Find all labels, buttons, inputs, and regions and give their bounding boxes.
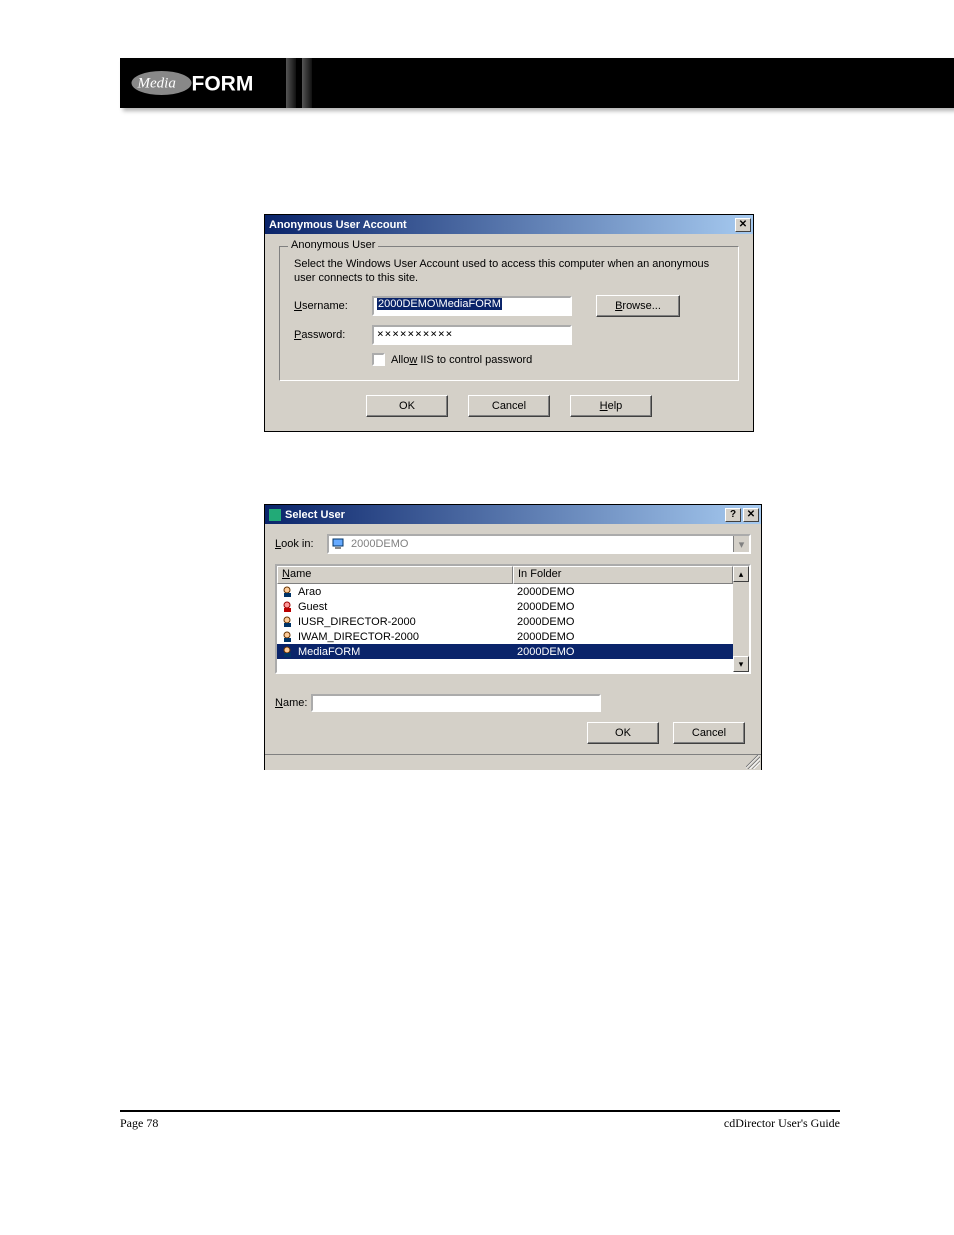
select-user-dialog: Select User ? ✕ Look in: 2000DEMO ▾ Name… xyxy=(264,504,762,770)
allow-iis-label: Allow IIS to control password xyxy=(391,354,532,366)
list-item[interactable]: IUSR_DIRECTOR-2000 2000DEMO xyxy=(277,614,733,629)
list-item-name: IWAM_DIRECTOR-2000 xyxy=(298,631,419,643)
col-header-folder[interactable]: In Folder xyxy=(513,566,733,584)
close-icon[interactable]: ✕ xyxy=(735,218,751,232)
header-divider-2 xyxy=(302,58,312,108)
user-icon xyxy=(281,616,295,628)
page-footer: Page 78 cdDirector User's Guide xyxy=(120,1110,840,1131)
dlg2-title: Select User xyxy=(285,509,723,521)
list-item[interactable]: Guest 2000DEMO xyxy=(277,599,733,614)
close-icon[interactable]: ✕ xyxy=(743,508,759,522)
username-input[interactable]: 2000DEMO\MediaFORM xyxy=(372,296,572,316)
dlg2-statusbar xyxy=(265,754,761,770)
name-input[interactable] xyxy=(311,694,601,712)
user-listview[interactable]: Name In Folder Arao 2000DEMO Guest 2000DEMO… xyxy=(275,564,751,674)
user-icon xyxy=(281,586,295,598)
list-item[interactable]: IWAM_DIRECTOR-2000 2000DEMO xyxy=(277,629,733,644)
allow-iis-checkbox[interactable] xyxy=(372,353,385,366)
list-item-folder: 2000DEMO xyxy=(513,601,733,613)
browse-button[interactable]: Browse... xyxy=(596,295,680,317)
groupbox-description: Select the Windows User Account used to … xyxy=(294,257,724,285)
footer-page: Page 78 xyxy=(120,1116,158,1131)
list-item-folder: 2000DEMO xyxy=(513,646,733,658)
anonymous-user-groupbox: Anonymous User Select the Windows User A… xyxy=(279,246,739,381)
groupbox-legend: Anonymous User xyxy=(288,239,378,251)
list-item[interactable]: MediaFORM 2000DEMO xyxy=(277,644,733,659)
col-header-name[interactable]: Name xyxy=(277,566,513,584)
lookin-label: Look in: xyxy=(275,538,327,550)
header-divider-1 xyxy=(286,58,296,108)
password-label: Password: xyxy=(294,329,372,341)
select-user-icon xyxy=(269,509,281,521)
ok-button[interactable]: OK xyxy=(366,395,448,417)
page-header-bar: Media FORM xyxy=(120,58,954,108)
footer-doc-title: cdDirector User's Guide xyxy=(724,1116,840,1131)
user-icon xyxy=(281,631,295,643)
list-item-name: MediaFORM xyxy=(298,646,360,658)
chevron-down-icon[interactable]: ▾ xyxy=(733,536,749,552)
guest-user-icon xyxy=(281,601,295,613)
lookin-combo[interactable]: 2000DEMO ▾ xyxy=(327,534,751,554)
allow-iis-checkbox-row[interactable]: Allow IIS to control password xyxy=(372,353,724,366)
lookin-value: 2000DEMO xyxy=(351,538,408,550)
name-label: Name: xyxy=(275,697,307,709)
dlg2-titlebar[interactable]: Select User ? ✕ xyxy=(265,505,761,524)
mediaform-logo: Media FORM xyxy=(130,66,280,100)
dlg1-titlebar[interactable]: Anonymous User Account ✕ xyxy=(265,215,753,234)
cancel-button[interactable]: Cancel xyxy=(673,722,745,744)
list-item-name: Guest xyxy=(298,601,327,613)
help-button[interactable]: Help xyxy=(570,395,652,417)
cancel-button[interactable]: Cancel xyxy=(468,395,550,417)
list-item-name: IUSR_DIRECTOR-2000 xyxy=(298,616,416,628)
scroll-down-icon[interactable]: ▾ xyxy=(733,656,749,672)
user-icon xyxy=(281,646,295,658)
username-label: Username: xyxy=(294,300,372,312)
list-item-folder: 2000DEMO xyxy=(513,631,733,643)
computer-icon xyxy=(331,537,347,551)
ok-button[interactable]: OK xyxy=(587,722,659,744)
list-item-name: Arao xyxy=(298,586,321,598)
dlg1-title: Anonymous User Account xyxy=(269,219,733,231)
svg-text:Media: Media xyxy=(137,76,176,92)
password-input[interactable]: ×××××××××× xyxy=(372,325,572,345)
list-item[interactable]: Arao 2000DEMO xyxy=(277,584,733,599)
help-icon[interactable]: ? xyxy=(725,508,741,522)
list-item-folder: 2000DEMO xyxy=(513,616,733,628)
scroll-up-icon[interactable]: ▴ xyxy=(733,566,749,582)
anonymous-user-dialog: Anonymous User Account ✕ Anonymous User … xyxy=(264,214,754,432)
svg-text:FORM: FORM xyxy=(192,73,254,96)
listview-scrollbar[interactable]: ▴ ▾ xyxy=(733,566,749,672)
list-item-folder: 2000DEMO xyxy=(513,586,733,598)
resize-grip-icon[interactable] xyxy=(746,755,760,769)
